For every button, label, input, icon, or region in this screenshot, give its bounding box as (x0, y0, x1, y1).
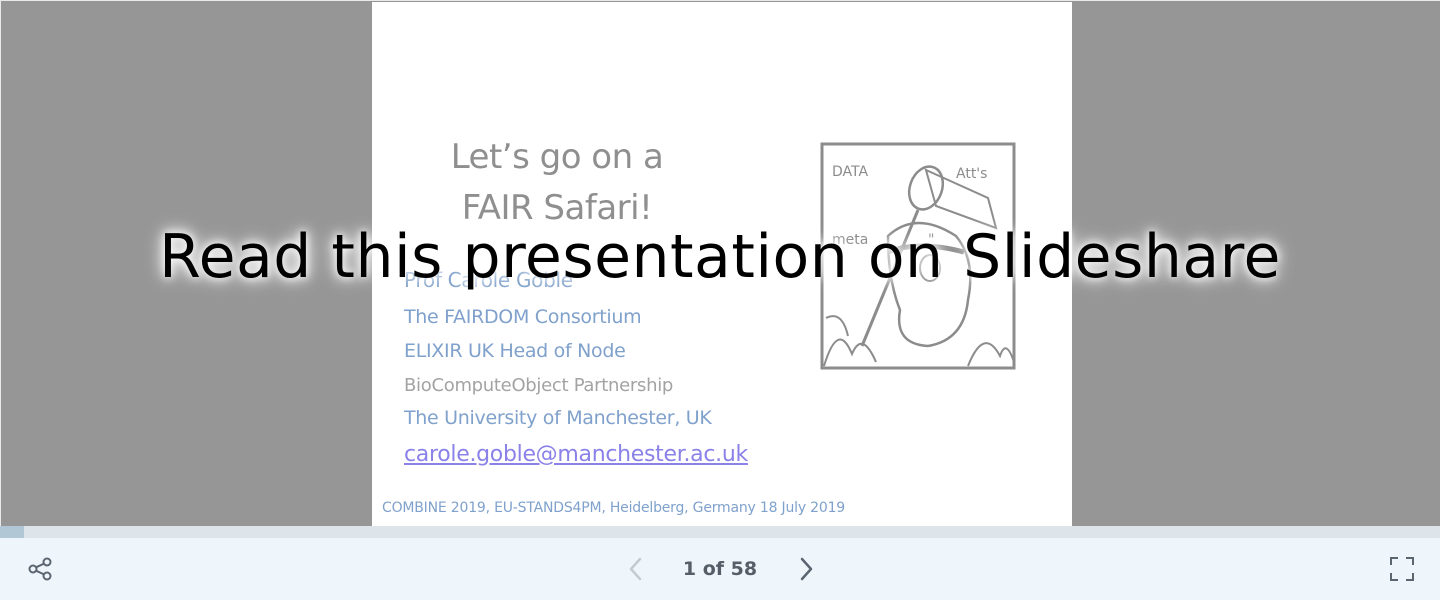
slide-affiliation-4: The University of Manchester, UK (404, 407, 712, 429)
page-counter: 1 of 58 (682, 558, 758, 580)
slideshare-viewer: Let’s go on a FAIR Safari! Prof Carole G… (0, 0, 1440, 600)
chevron-right-icon (800, 557, 813, 581)
slide-affiliation-3: BioComputeObject Partnership (404, 375, 674, 396)
previous-slide-button[interactable] (616, 549, 656, 589)
slide-title: Let’s go on a FAIR Safari! (372, 132, 742, 234)
cartoon-label-atts: Att's (956, 166, 987, 182)
viewer-controls: 1 of 58 (0, 538, 1440, 600)
read-on-slideshare-overlay[interactable]: Read this presentation on Slideshare (0, 222, 1440, 292)
slide-affiliation-2: ELIXIR UK Head of Node (404, 340, 626, 362)
slide-email-link[interactable]: carole.goble@manchester.ac.uk (404, 442, 748, 467)
share-button[interactable] (20, 549, 60, 589)
slide-title-line-1: Let’s go on a (450, 137, 664, 177)
slide-footer: COMBINE 2019, EU-STANDS4PM, Heidelberg, … (382, 500, 845, 516)
share-icon (28, 557, 52, 581)
fullscreen-icon (1390, 557, 1414, 581)
chevron-left-icon (629, 557, 642, 581)
cartoon-foliage (823, 315, 1015, 367)
slide-affiliation-1: The FAIRDOM Consortium (404, 306, 642, 328)
progress-bar-fill (0, 526, 25, 538)
fullscreen-button[interactable] (1382, 549, 1422, 589)
cartoon-label-data: DATA (832, 164, 868, 180)
next-slide-button[interactable] (786, 549, 826, 589)
progress-bar[interactable] (0, 526, 1440, 538)
